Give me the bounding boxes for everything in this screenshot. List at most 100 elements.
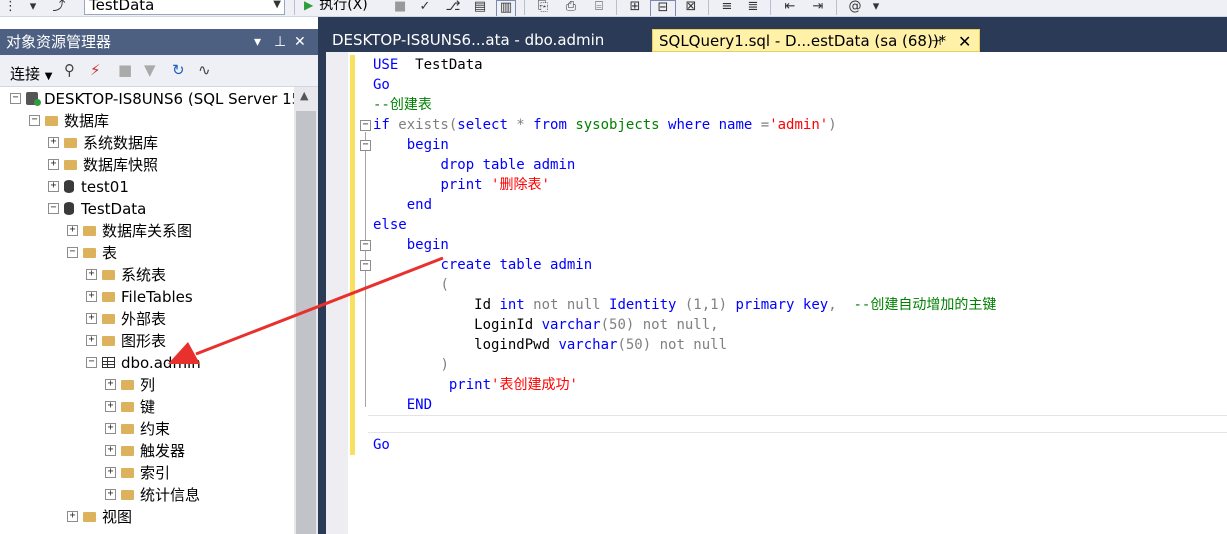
close-icon[interactable]: ✕	[958, 30, 971, 53]
tree-node[interactable]: + FileTables	[86, 286, 193, 308]
query-options-icon[interactable]: ⎘	[534, 0, 552, 16]
results-to-text-icon[interactable]: ⊞	[626, 0, 644, 16]
database-select[interactable]: TestData ▼	[84, 0, 285, 15]
expand-icon[interactable]: +	[67, 511, 78, 522]
tree-node[interactable]: − 表	[67, 242, 117, 264]
tree-node[interactable]: − 数据库	[29, 110, 109, 132]
tree-node-label: 外部表	[121, 310, 167, 328]
sql-editor[interactable]: − − − − USE TestData Go --创建表 if exists(sel…	[326, 52, 1227, 534]
tree-node[interactable]: + 数据库关系图	[67, 220, 192, 242]
expand-icon[interactable]: +	[48, 181, 59, 192]
pin-icon[interactable]: ⊣	[931, 30, 941, 53]
increase-indent-icon[interactable]: ⇥	[808, 0, 828, 16]
expand-icon[interactable]: +	[86, 291, 97, 302]
expand-icon[interactable]: +	[105, 423, 116, 434]
toolbar-overflow-icon[interactable]: ▾	[870, 0, 882, 16]
collapse-icon[interactable]: −	[360, 120, 371, 131]
collapse-icon[interactable]: −	[29, 115, 40, 126]
disconnect-icon[interactable]: ⚡	[90, 61, 101, 79]
comment-icon[interactable]: ≡	[718, 0, 736, 16]
debug-step-icon[interactable]: ⎇	[444, 0, 462, 16]
pane-splitter[interactable]	[318, 17, 326, 534]
stop-icon[interactable]: ■	[394, 0, 406, 16]
tree-node[interactable]: + 索引	[105, 462, 170, 484]
collapse-icon[interactable]: −	[48, 203, 59, 214]
tree-node-label: 数据库快照	[83, 156, 159, 174]
close-icon[interactable]: ✕	[294, 29, 306, 55]
folder-icon	[121, 467, 134, 478]
scroll-up-icon[interactable]: ▲	[300, 89, 308, 102]
results-grid-icon[interactable]: ▤	[472, 0, 488, 16]
debug-icon[interactable]: ⋮	[4, 0, 17, 16]
tree-node[interactable]: + 系统数据库	[48, 132, 158, 154]
document-tabs: DESKTOP-IS8UNS6...ata - dbo.admin SQLQue…	[326, 17, 1227, 52]
code-text[interactable]: USE TestData Go --创建表 if exists(select * fr…	[373, 55, 996, 455]
parse-check-icon[interactable]: ✓	[418, 0, 432, 16]
specify-values-icon[interactable]: @	[846, 0, 864, 16]
tab-label: SQLQuery1.sql - D...estData (sa (68))*	[659, 32, 947, 50]
expand-icon[interactable]: +	[105, 489, 116, 500]
expand-icon[interactable]: +	[86, 313, 97, 324]
expand-icon[interactable]: +	[67, 225, 78, 236]
tree-node[interactable]: − DESKTOP-IS8UNS6 (SQL Server 15	[10, 88, 294, 110]
tree-node[interactable]: + 统计信息	[105, 484, 200, 506]
tree-node[interactable]: + 列	[105, 374, 155, 396]
toolbar-separator	[770, 0, 771, 15]
expand-icon[interactable]: +	[105, 445, 116, 456]
code-line: Id int not null Identity (1,1) primary k…	[373, 295, 996, 315]
tree-node[interactable]: − dbo.admin	[86, 352, 201, 374]
collapse-icon[interactable]: −	[360, 260, 371, 271]
tree-node[interactable]: + 外部表	[86, 308, 166, 330]
execute-button[interactable]: ▶ 执行(X)	[304, 0, 368, 15]
tree-node[interactable]: + 约束	[105, 418, 170, 440]
tree-node[interactable]: + 系统表	[86, 264, 166, 286]
refresh-icon[interactable]: ↻	[172, 61, 185, 79]
sqlcmd-icon[interactable]: ⌸	[590, 0, 608, 16]
tree-node[interactable]: + test01	[48, 176, 129, 198]
folder-icon	[83, 247, 96, 258]
expand-icon[interactable]: +	[105, 401, 116, 412]
uncomment-icon[interactable]: ≣	[744, 0, 762, 16]
stop-icon[interactable]: ■	[118, 61, 132, 79]
results-text-icon[interactable]: ▥	[496, 0, 516, 16]
collapse-icon[interactable]: −	[10, 93, 21, 104]
scrollbar-thumb[interactable]	[296, 111, 316, 534]
connect-plug-icon[interactable]: ⚲	[64, 61, 75, 79]
code-token: LoginId	[373, 317, 542, 333]
tab-sqlquery1[interactable]: SQLQuery1.sql - D...estData (sa (68))* ⊣…	[652, 29, 980, 52]
tree-node[interactable]: + 数据库快照	[48, 154, 158, 176]
pin-icon[interactable]: ⊥	[274, 29, 286, 55]
code-line: END	[373, 395, 996, 415]
expand-icon[interactable]: +	[86, 269, 97, 280]
intellisense-icon[interactable]: ⎙	[562, 0, 580, 16]
tree-scrollbar[interactable]: ▲	[294, 87, 318, 534]
connect-button[interactable]: 连接 ▼	[10, 63, 53, 84]
folder-icon	[83, 511, 96, 522]
dropdown-icon[interactable]: ▾	[254, 29, 261, 55]
collapse-icon[interactable]: −	[360, 240, 371, 251]
expand-icon[interactable]: +	[105, 379, 116, 390]
collapse-icon[interactable]: −	[67, 247, 78, 258]
collapse-icon[interactable]: −	[360, 140, 371, 151]
tab-dbo-admin[interactable]: DESKTOP-IS8UNS6...ata - dbo.admin	[326, 29, 646, 52]
tree-node[interactable]: + 键	[105, 396, 155, 418]
link-icon[interactable]: ⤴	[52, 0, 66, 16]
tree-node[interactable]: − TestData	[48, 198, 146, 220]
results-to-grid-icon[interactable]: ⊟	[650, 0, 676, 16]
decrease-indent-icon[interactable]: ⇤	[780, 0, 800, 16]
expand-icon[interactable]: +	[48, 137, 59, 148]
collapse-icon[interactable]: −	[86, 357, 97, 368]
filter-icon[interactable]: ▼	[144, 61, 156, 79]
code-token: (	[440, 277, 449, 293]
tree-node[interactable]: + 触发器	[105, 440, 185, 462]
expand-icon[interactable]: +	[105, 467, 116, 478]
expand-icon[interactable]: +	[48, 159, 59, 170]
tree-node[interactable]: + 图形表	[86, 330, 166, 352]
results-to-file-icon[interactable]: ⊠	[682, 0, 700, 16]
pin-icon[interactable]: ▾	[26, 0, 40, 16]
expand-icon[interactable]: +	[86, 335, 97, 346]
tree-node[interactable]: + 视图	[67, 506, 132, 528]
tree-node-label: 数据库	[64, 112, 110, 130]
activity-monitor-icon[interactable]: ∿	[198, 61, 211, 79]
